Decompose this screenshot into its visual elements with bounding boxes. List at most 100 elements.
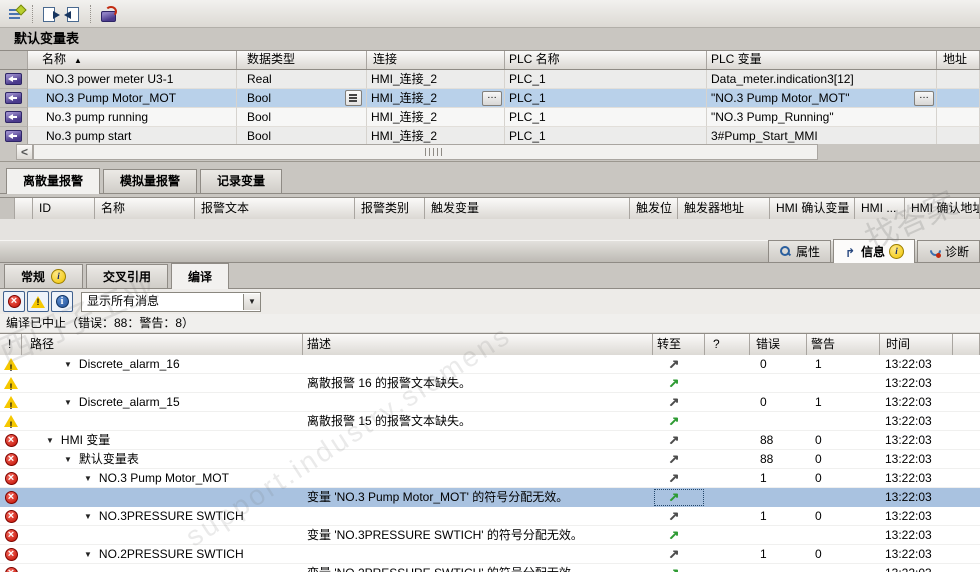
goto-arrow-icon bbox=[668, 545, 679, 563]
alarm-table: ID 名称 报警文本 报警类别 触发变量 触发位 触发器地址 HMI 确认变量 … bbox=[0, 197, 980, 220]
column-header-id[interactable]: ID bbox=[33, 198, 95, 219]
tab-analog-alarms[interactable]: 模拟量报警 bbox=[103, 169, 198, 193]
column-header-hmi-ack-tag[interactable]: HMI 确认变量 bbox=[770, 198, 855, 219]
severity-icon bbox=[4, 528, 18, 542]
plc-tag-browse-button[interactable] bbox=[914, 90, 934, 106]
expander-icon[interactable] bbox=[64, 355, 72, 373]
message-row[interactable]: 变量 'NO.2PRESSURE SWTICH' 的符号分配无效。 13:22:… bbox=[0, 564, 980, 572]
column-header-plc-name[interactable]: PLC 名称 bbox=[505, 51, 707, 69]
column-header-hmi-ack-addr[interactable]: HMI 确认地址 bbox=[905, 198, 980, 219]
header-marker-cell bbox=[0, 51, 28, 69]
column-header-trigger-bit[interactable]: 触发位 bbox=[630, 198, 678, 219]
tab-info[interactable]: 信息 bbox=[832, 239, 915, 263]
expander-icon[interactable] bbox=[84, 507, 92, 525]
chevron-down-icon[interactable]: ▼ bbox=[243, 293, 260, 310]
column-header-alarm-class[interactable]: 报警类别 bbox=[355, 198, 425, 219]
message-row[interactable]: HMI 变量 88 0 13:22:03 bbox=[0, 431, 980, 450]
message-row[interactable]: Discrete_alarm_15 0 1 13:22:03 bbox=[0, 393, 980, 412]
sort-asc-icon: ▲ bbox=[74, 56, 82, 65]
filter-info-button[interactable] bbox=[51, 291, 73, 312]
goto-arrow-icon bbox=[668, 564, 679, 572]
column-header-trigger-addr[interactable]: 触发器地址 bbox=[678, 198, 770, 219]
rename-tag-button[interactable] bbox=[96, 3, 120, 25]
column-header-address[interactable]: 地址 bbox=[937, 51, 980, 69]
column-header-datatype[interactable]: 数据类型 bbox=[237, 51, 367, 69]
inspector-tabbar: 属性 信息 诊断 bbox=[0, 239, 980, 263]
compile-status-text: 编译已中止（错误：88：警告：8） bbox=[0, 314, 980, 333]
message-row-selected[interactable]: 变量 'NO.3 Pump Motor_MOT' 的符号分配无效。 13:22:… bbox=[0, 488, 980, 507]
diagnostics-icon bbox=[928, 245, 941, 258]
tab-general[interactable]: 常规 bbox=[4, 264, 84, 288]
expander-icon[interactable] bbox=[46, 431, 54, 449]
tag-row[interactable]: No.3 pump running Bool HMI_连接_2 PLC_1 "N… bbox=[0, 108, 980, 127]
goto-arrow-icon bbox=[668, 374, 679, 392]
properties-icon bbox=[779, 245, 792, 258]
severity-icon bbox=[4, 377, 18, 392]
message-filter-dropdown[interactable]: 显示所有消息 ▼ bbox=[81, 291, 261, 312]
message-row[interactable]: NO.2PRESSURE SWTICH 1 0 13:22:03 bbox=[0, 545, 980, 564]
panel-tab-strip: 常规 交叉引用 编译 bbox=[0, 263, 980, 289]
tab-diagnostics[interactable]: 诊断 bbox=[916, 240, 980, 262]
insert-object-button[interactable] bbox=[4, 3, 28, 25]
severity-icon bbox=[4, 433, 18, 447]
column-header-time[interactable]: 时间 bbox=[880, 334, 953, 356]
message-row[interactable]: 默认变量表 88 0 13:22:03 bbox=[0, 450, 980, 469]
column-header-name[interactable]: 名称 ▲ bbox=[28, 51, 237, 69]
goto-arrow-icon bbox=[668, 526, 679, 544]
column-header-description[interactable]: 描述 bbox=[303, 334, 653, 356]
message-row[interactable]: 离散报警 15 的报警文本缺失。 13:22:03 bbox=[0, 412, 980, 431]
message-row[interactable]: 变量 'NO.3PRESSURE SWTICH' 的符号分配无效。 13:22:… bbox=[0, 526, 980, 545]
column-header-hmi-more[interactable]: HMI ... bbox=[855, 198, 905, 219]
hmi-tag-icon bbox=[5, 73, 22, 85]
column-header-errors[interactable]: 错误 bbox=[750, 334, 807, 356]
toolbar bbox=[0, 0, 980, 28]
tab-compile[interactable]: 编译 bbox=[171, 263, 230, 289]
column-header-connection[interactable]: 连接 bbox=[367, 51, 505, 69]
export-icon bbox=[42, 6, 60, 22]
column-header-severity[interactable]: ! bbox=[0, 334, 22, 356]
column-header-alarm-text[interactable]: 报警文本 bbox=[195, 198, 355, 219]
message-filter-row: 显示所有消息 ▼ bbox=[0, 289, 980, 314]
message-row[interactable]: 离散报警 16 的报警文本缺失。 13:22:03 bbox=[0, 374, 980, 393]
expander-icon[interactable] bbox=[64, 393, 72, 411]
hmi-tag-icon bbox=[5, 92, 22, 104]
tab-logging-tags[interactable]: 记录变量 bbox=[200, 169, 283, 193]
tag-table-header: 名称 ▲ 数据类型 连接 PLC 名称 PLC 变量 地址 bbox=[0, 50, 980, 70]
column-header-goto[interactable]: 转至 bbox=[653, 334, 705, 356]
message-row[interactable]: Discrete_alarm_16 0 1 13:22:03 bbox=[0, 355, 980, 374]
import-button[interactable] bbox=[62, 3, 86, 25]
tag-row[interactable]: NO.3 power meter U3-1 Real HMI_连接_2 PLC_… bbox=[0, 70, 980, 89]
column-header-alarm-name[interactable]: 名称 bbox=[95, 198, 195, 219]
column-header-trigger-tag[interactable]: 触发变量 bbox=[425, 198, 630, 219]
expander-icon[interactable] bbox=[84, 545, 92, 563]
horizontal-scrollbar[interactable]: < bbox=[0, 144, 980, 162]
column-header-plc-tag[interactable]: PLC 变量 bbox=[707, 51, 937, 69]
tab-properties[interactable]: 属性 bbox=[767, 240, 831, 262]
alarm-tab-strip: 离散量报警 模拟量报警 记录变量 bbox=[0, 168, 980, 194]
severity-icon bbox=[4, 471, 18, 485]
severity-icon bbox=[4, 396, 18, 411]
goto-arrow-icon bbox=[668, 450, 679, 468]
message-row[interactable]: NO.3 Pump Motor_MOT 1 0 13:22:03 bbox=[0, 469, 980, 488]
tag-row-selected[interactable]: NO.3 Pump Motor_MOT Bool HMI_连接_2 PLC_1 … bbox=[0, 89, 980, 108]
scrollbar-grip[interactable] bbox=[425, 148, 443, 156]
message-row[interactable]: NO.3PRESSURE SWTICH 1 0 13:22:03 bbox=[0, 507, 980, 526]
scroll-left-button[interactable]: < bbox=[16, 144, 33, 160]
tag-table: 名称 ▲ 数据类型 连接 PLC 名称 PLC 变量 地址 NO.3 power … bbox=[0, 50, 980, 146]
filter-errors-button[interactable] bbox=[3, 291, 25, 312]
expander-icon[interactable] bbox=[84, 469, 92, 487]
hmi-tag-icon bbox=[5, 111, 22, 123]
toolbar-separator bbox=[32, 4, 34, 23]
tab-cross-references[interactable]: 交叉引用 bbox=[86, 264, 169, 288]
column-header-path[interactable]: 路径 bbox=[22, 334, 303, 356]
datatype-list-button[interactable] bbox=[345, 90, 362, 106]
column-header-question[interactable]: ? bbox=[705, 334, 750, 356]
message-table-body: Discrete_alarm_16 0 1 13:22:03 离散报警 16 的… bbox=[0, 355, 980, 572]
expander-icon[interactable] bbox=[64, 450, 72, 468]
connection-browse-button[interactable] bbox=[482, 90, 502, 106]
column-header-warnings[interactable]: 警告 bbox=[807, 334, 880, 356]
tab-discrete-alarms[interactable]: 离散量报警 bbox=[6, 168, 101, 194]
warning-icon bbox=[31, 295, 45, 308]
filter-warnings-button[interactable] bbox=[27, 291, 49, 312]
export-button[interactable] bbox=[38, 3, 62, 25]
